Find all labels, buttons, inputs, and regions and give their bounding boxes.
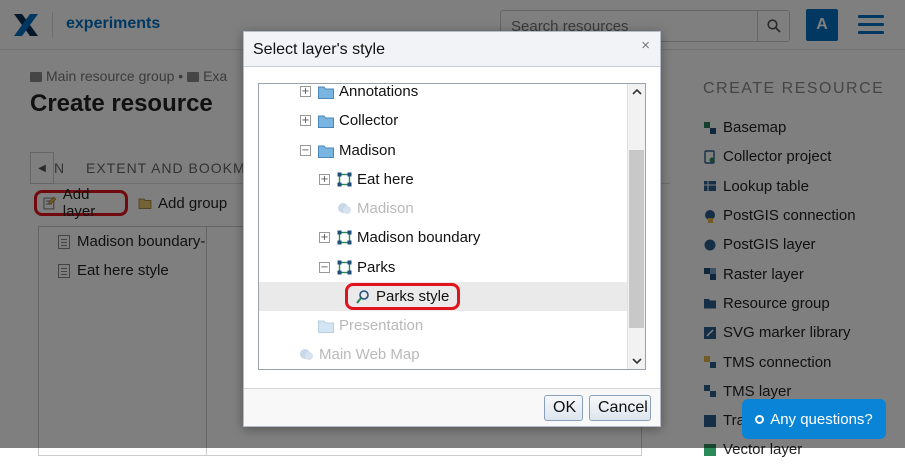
vector-layer-icon bbox=[337, 230, 352, 245]
expand-icon[interactable]: + bbox=[300, 115, 311, 126]
help-label: Any questions? bbox=[770, 410, 873, 428]
tree-node-madison-boundary[interactable]: + Madison boundary bbox=[259, 223, 627, 252]
tree-scrollbar[interactable] bbox=[627, 84, 645, 369]
webmap-icon bbox=[338, 203, 351, 214]
tree-node-madison-folder[interactable]: − Madison bbox=[259, 136, 627, 165]
dialog-footer: OK Cancel bbox=[244, 388, 660, 426]
folder-open-icon bbox=[318, 145, 334, 158]
tree-node-parks-style[interactable]: Parks style bbox=[259, 282, 627, 311]
webmap-icon bbox=[300, 349, 313, 360]
vector-layer-icon bbox=[337, 172, 352, 187]
help-chat-button[interactable]: Any questions? bbox=[742, 399, 886, 439]
chat-icon bbox=[755, 414, 765, 424]
tree-node-label: Madison bbox=[357, 200, 414, 217]
tree-node-label: Madison bbox=[339, 142, 396, 159]
scroll-thumb[interactable] bbox=[629, 150, 644, 328]
dialog-title: Select layer's style bbox=[253, 41, 385, 58]
close-icon[interactable]: × bbox=[641, 37, 650, 54]
tree-node-label: Collector bbox=[339, 112, 399, 129]
collapse-icon[interactable]: − bbox=[300, 145, 311, 156]
folder-icon bbox=[318, 115, 334, 128]
expand-icon[interactable]: + bbox=[319, 174, 330, 185]
style-icon bbox=[356, 290, 369, 304]
tree-node-collector[interactable]: + Collector bbox=[259, 106, 627, 135]
tree-node-parks[interactable]: − Parks bbox=[259, 253, 627, 282]
parks-style-highlight[interactable]: Parks style bbox=[345, 283, 461, 310]
vector-layer-icon bbox=[337, 260, 352, 275]
scroll-down-button[interactable] bbox=[628, 353, 645, 369]
tree-node-presentation: Presentation bbox=[259, 311, 627, 340]
ok-button[interactable]: OK bbox=[544, 395, 583, 421]
tree-node-madison-webmap: Madison bbox=[259, 194, 627, 223]
tree-node-label: Presentation bbox=[339, 317, 424, 334]
expand-icon[interactable]: + bbox=[300, 86, 311, 97]
dialog-titlebar: Select layer's style × bbox=[244, 32, 660, 67]
cancel-button[interactable]: Cancel bbox=[589, 395, 651, 421]
tree-node-eat-here[interactable]: + Eat here bbox=[259, 165, 627, 194]
folder-icon bbox=[318, 86, 334, 99]
chevron-down-icon bbox=[631, 358, 642, 364]
tree-node-main-web-map: Main Web Map bbox=[259, 340, 627, 369]
tree-node-label: Annotations bbox=[339, 83, 419, 100]
tree-node-label: Parks style bbox=[376, 288, 450, 305]
tree-node-label: Eat here bbox=[357, 171, 414, 188]
scroll-up-button[interactable] bbox=[628, 84, 645, 100]
select-style-dialog: Select layer's style × + Annotations + C… bbox=[243, 31, 661, 427]
resource-tree[interactable]: + Annotations + Collector − Madison + Ea… bbox=[258, 83, 646, 370]
chevron-up-icon bbox=[631, 89, 642, 95]
collapse-icon[interactable]: − bbox=[319, 262, 330, 273]
folder-icon bbox=[318, 320, 334, 333]
tree-node-label: Madison boundary bbox=[357, 229, 481, 246]
tree-node-label: Parks bbox=[357, 259, 396, 276]
expand-icon[interactable]: + bbox=[319, 232, 330, 243]
tree-node-label: Main Web Map bbox=[319, 346, 420, 363]
tree-node-annotations[interactable]: + Annotations bbox=[259, 83, 627, 106]
